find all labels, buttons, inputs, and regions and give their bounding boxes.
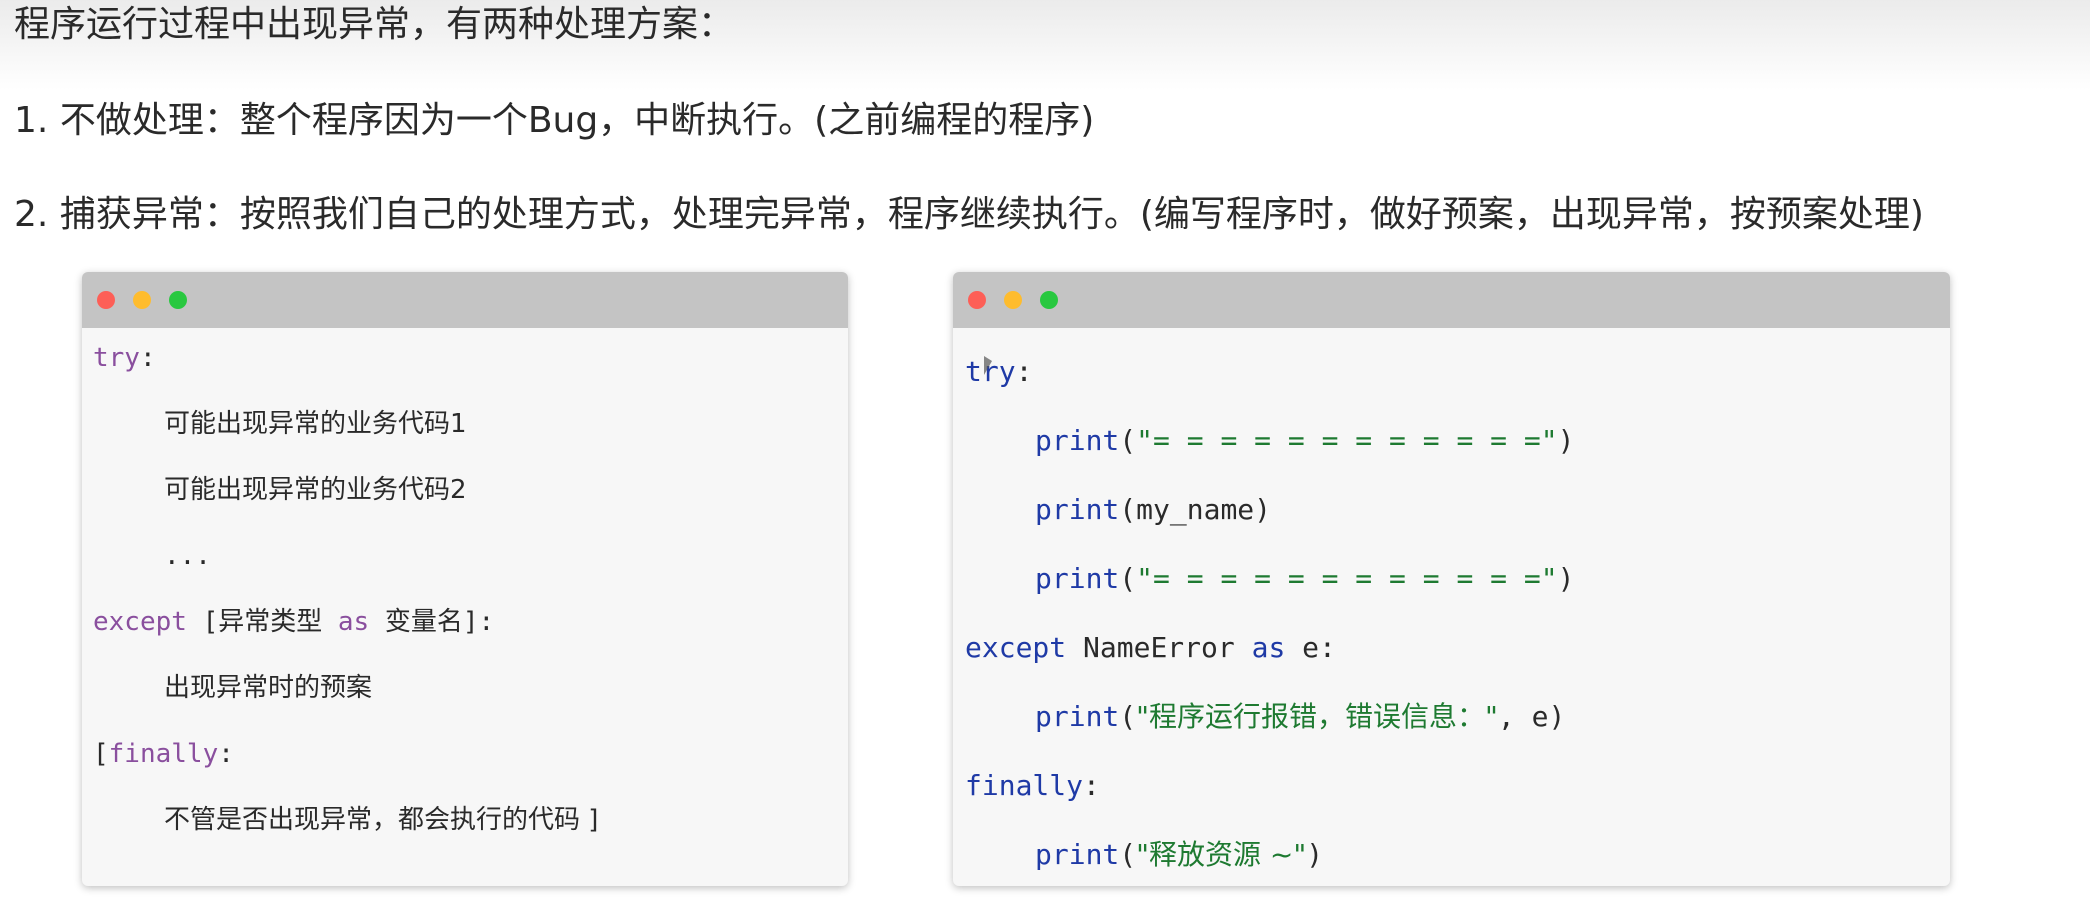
minimize-button[interactable] [133,291,151,309]
paren-close: ) [1254,493,1272,526]
error-message-rest: , e) [1497,700,1566,733]
example-finally-line: finally: [965,766,1100,806]
option-2-text: 捕获异常：按照我们自己的处理方式，处理完异常，程序继续执行。(编写程序时，做好预… [59,194,1924,235]
syntax-ellipsis: ... [164,541,211,571]
syntax-body-line-1: 可能出现异常的业务代码1 [164,409,467,439]
name-error-class: NameError [1066,631,1235,664]
paren-open: ( [1119,493,1137,526]
syntax-finally-body: 不管是否出现异常，都会执行的代码 ] [164,805,599,835]
except-bracket-close: ]: [462,607,495,637]
variable-name-placeholder: 变量名 [384,607,463,637]
error-message-string: "程序运行报错，错误信息：" [1136,700,1498,733]
example-print-error: print("程序运行报错，错误信息：", e) [1035,697,1565,737]
example-try-line: try: [965,352,1032,392]
close-button[interactable] [968,291,986,309]
except-keyword: except [965,631,1067,664]
e-variable: e: [1285,631,1336,664]
my-name-variable: my_name [1136,493,1255,526]
paren-open: ( [1119,562,1137,595]
example-print-separator-2: print("= = = = = = = = = = = =") [1035,559,1574,599]
close-button[interactable] [97,291,115,309]
finally-keyword: finally [965,769,1084,802]
option-2: 2. 捕获异常：按照我们自己的处理方式，处理完异常，程序继续执行。(编写程序时，… [14,190,1924,240]
exception-type-placeholder: 异常类型 [218,607,323,637]
try-colon: : [139,343,156,373]
print-keyword: print [1035,838,1120,871]
paren-open: ( [1119,424,1137,457]
paren-open: ( [1119,838,1137,871]
option-2-number: 2. [14,194,49,235]
example-print-release: print("释放资源 ~") [1035,835,1323,875]
finally-colon: : [1083,769,1100,802]
intro-text: 程序运行过程中出现异常，有两种处理方案： [14,4,735,45]
try-colon: : [1015,355,1033,388]
option-1-number: 1. [14,100,49,141]
separator-string: "= = = = = = = = = = = =" [1136,562,1558,595]
print-keyword: print [1035,424,1120,457]
example-print-separator-1: print("= = = = = = = = = = = =") [1035,421,1574,461]
syntax-try-line: try: [93,340,156,376]
except-bracket-open: [ [186,607,219,637]
option-1: 1. 不做处理：整个程序因为一个Bug，中断执行。(之前编程的程序) [14,96,1094,146]
print-keyword: print [1035,700,1120,733]
option-1-text: 不做处理：整个程序因为一个Bug，中断执行。(之前编程的程序) [59,100,1095,141]
except-keyword: except [93,607,187,637]
maximize-button[interactable] [169,291,187,309]
example-print-name: print(my_name) [1035,490,1271,530]
print-keyword: print [1035,493,1120,526]
syntax-code-window: try: 可能出现异常的业务代码1 可能出现异常的业务代码2 ... excep… [82,272,848,886]
syntax-body-line-2: 可能出现异常的业务代码2 [164,475,467,505]
example-code-window: try: print("= = = = = = = = = = = =") pr… [953,272,1950,886]
paren-open: ( [1119,700,1137,733]
maximize-button[interactable] [1040,291,1058,309]
paren-close: ) [1557,424,1575,457]
minimize-button[interactable] [1004,291,1022,309]
paren-close: ) [1557,562,1575,595]
finally-keyword: finally [108,739,219,769]
finally-bracket-open: [ [93,739,109,769]
syntax-window-titlebar [82,272,848,328]
paren-close: ) [1306,838,1324,871]
example-window-titlebar [953,272,1950,328]
print-keyword: print [1035,562,1120,595]
finally-colon: : [218,739,234,769]
as-keyword: as [322,607,385,637]
try-keyword: try [93,343,140,373]
syntax-except-line: except [异常类型 as 变量名]: [93,604,494,640]
mouse-cursor-icon [984,356,992,375]
syntax-finally-line: [finally: [93,736,234,772]
syntax-except-body: 出现异常时的预案 [164,673,373,703]
as-keyword: as [1234,631,1286,664]
example-except-line: except NameError as e: [965,628,1336,668]
release-string: "释放资源 ~" [1136,838,1307,871]
separator-string: "= = = = = = = = = = = =" [1136,424,1558,457]
